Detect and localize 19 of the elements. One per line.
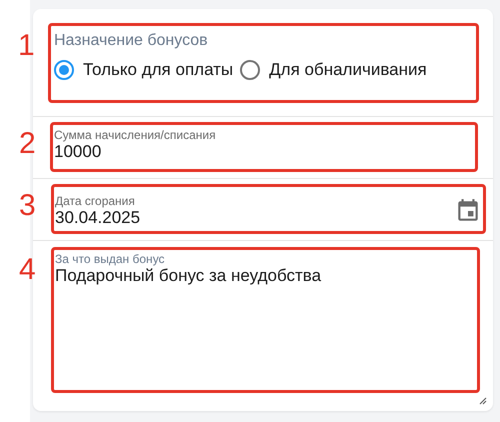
amount-field[interactable]: Сумма начисления/списания 10000 (50, 122, 478, 172)
annotation-number: 1 (18, 31, 35, 61)
field-label: За что выдан бонус (55, 252, 166, 266)
annotation-number: 2 (19, 129, 36, 159)
radio-icon[interactable] (54, 60, 74, 80)
field-label: Сумма начисления/списания (54, 128, 217, 142)
field-value: 30.04.2025 (55, 208, 140, 228)
field-value: 10000 (54, 142, 102, 162)
annotation-number: 3 (19, 191, 36, 221)
annotation-number: 4 (19, 255, 36, 285)
radio-option[interactable]: Для обналичивания (240, 60, 427, 80)
group-label: Назначение бонусов (54, 32, 209, 50)
field-value: Подарочный бонус за неудобства (55, 266, 322, 286)
radio-icon[interactable] (240, 60, 260, 80)
date-field[interactable]: Дата сгорания 30.04.2025 (51, 184, 486, 234)
radio-option[interactable]: Только для оплаты (54, 60, 234, 80)
reason-field[interactable]: За что выдан бонус Подарочный бонус за неудобства (51, 247, 480, 393)
resize-grip-icon[interactable] (477, 395, 487, 405)
field-label: Дата сгорания (55, 194, 136, 208)
